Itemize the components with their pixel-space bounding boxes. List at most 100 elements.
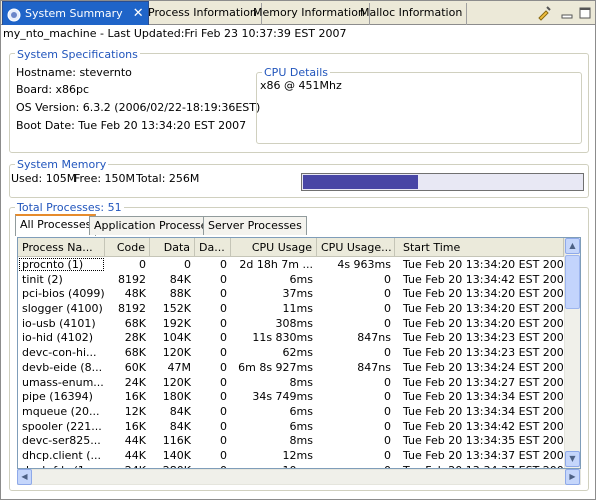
horizontal-scrollbar[interactable]: ◀ ▶ [17, 469, 581, 485]
process-table: Process Na... Code Data Da... CPU Usage … [17, 237, 581, 469]
cell-start-time: Tue Feb 20 13:34:27 EST 2007 [403, 375, 564, 389]
column-header-cpu-usage-2[interactable]: CPU Usage... [317, 238, 395, 257]
cell-cpu-usage: 308ms [275, 316, 313, 330]
cell-code: 24K [124, 375, 146, 389]
cell-cpu-usage: 11ms [282, 302, 313, 316]
cell-cpu-usage: 37ms [282, 287, 313, 301]
cell-da: 0 [220, 404, 227, 418]
cell-data: 84K [169, 272, 191, 286]
table-row[interactable]: io-usb (4101) 68K 192K 0 308ms 0 Tue Feb 20 13… [18, 316, 564, 331]
system-summary-window: System Summary ✕ Process Information Memo… [0, 0, 596, 500]
subtab-application-processes[interactable]: Application Processes [89, 216, 219, 235]
cell-process-name: io-usb (4101) [22, 316, 96, 330]
tab-memory-information[interactable]: Memory Information [249, 3, 370, 25]
cell-data: 140K [162, 448, 191, 462]
cell-da: 0 [220, 272, 227, 286]
cell-cpu-usage-2: 0 [384, 302, 391, 316]
table-row[interactable]: pci-bios (4099) 48K 88K 0 37ms 0 Tue Feb 20 13… [18, 286, 564, 301]
column-header-process-name[interactable]: Process Na... [18, 238, 105, 257]
cell-start-time: Tue Feb 20 13:34:37 EST 2007 [403, 448, 564, 462]
cell-code: 16K [124, 390, 146, 404]
table-row[interactable]: tinit (2) 8192 84K 0 6ms 0 Tue Feb 20 13:34:42… [18, 272, 564, 287]
boot-date-label: Boot Date: Tue Feb 20 13:34:20 EST 2007 [16, 119, 247, 132]
cell-process-name: mqueue (20... [22, 404, 100, 418]
tab-malloc-information[interactable]: Malloc Information [356, 3, 468, 25]
scroll-up-icon[interactable]: ▲ [565, 238, 580, 254]
cell-cpu-usage-2: 0 [384, 316, 391, 330]
cell-cpu-usage: 11s 830ms [252, 331, 313, 345]
cell-da: 0 [220, 375, 227, 389]
cell-code: 8192 [118, 272, 146, 286]
cell-code: 68K [124, 346, 146, 360]
close-icon[interactable]: ✕ [133, 2, 144, 26]
cell-start-time: Tue Feb 20 13:34:20 EST 2007 [403, 302, 564, 316]
cell-start-time: Tue Feb 20 13:34:34 EST 2007 [403, 404, 564, 418]
memory-usage-bar [301, 173, 584, 191]
cell-da: 0 [220, 419, 227, 433]
table-row[interactable]: umass-enum... 24K 120K 0 8ms 0 Tue Feb 20 13:3… [18, 375, 564, 390]
cell-start-time: Tue Feb 20 13:34:42 EST 2007 [403, 419, 564, 433]
cell-code: 0 [139, 258, 146, 271]
cell-cpu-usage-2: 0 [384, 434, 391, 448]
cell-code: 68K [124, 316, 146, 330]
cell-cpu-usage-2: 0 [384, 287, 391, 301]
os-version-label: OS Version: 6.3.2 (2006/02/22-18:19:36ES… [16, 101, 261, 114]
cell-start-time: Tue Feb 20 13:34:20 EST 2007 [403, 316, 564, 330]
cell-cpu-usage: 6ms [289, 272, 313, 286]
cell-process-name: tinit (2) [22, 272, 63, 286]
cell-da: 0 [220, 360, 227, 374]
table-row[interactable]: dhcp.client (... 44K 140K 0 12ms 0 Tue Feb 20 … [18, 448, 564, 463]
cell-cpu-usage-2: 0 [384, 390, 391, 404]
cell-start-time: Tue Feb 20 13:34:23 EST 2007 [403, 346, 564, 360]
table-row[interactable]: spooler (221... 16K 84K 0 6ms 0 Tue Feb 20 13:… [18, 419, 564, 434]
cell-data: 0 [184, 258, 191, 271]
cell-cpu-usage-2: 4s 963ms [337, 258, 391, 271]
process-table-body: procnto (1) 0 0 0 2d 18h 7m ... 4s 963ms Tue F… [18, 257, 564, 468]
cell-code: 28K [124, 331, 146, 345]
subtab-all-processes[interactable]: All Processes [15, 214, 97, 236]
subtab-server-processes[interactable]: Server Processes [203, 216, 307, 235]
table-row[interactable]: io-hid (4102) 28K 104K 0 11s 830ms 847ns Tue F… [18, 330, 564, 345]
table-row[interactable]: slogger (4100) 8192 152K 0 11ms 0 Tue Feb 20 1… [18, 301, 564, 316]
table-row[interactable]: procnto (1) 0 0 0 2d 18h 7m ... 4s 963ms Tue F… [18, 257, 564, 272]
cell-da: 0 [220, 434, 227, 448]
scroll-right-icon[interactable]: ▶ [565, 469, 580, 485]
column-header-start-time[interactable]: Start Time [395, 238, 564, 257]
table-row[interactable]: devb-eide (8... 60K 47M 0 6m 8s 927ms 847ns Tu… [18, 360, 564, 375]
process-table-header: Process Na... Code Data Da... CPU Usage … [18, 238, 564, 257]
cpu-label: x86 @ 451Mhz [260, 79, 342, 92]
tab-process-information[interactable]: Process Information [144, 3, 262, 25]
cell-process-name: slogger (4100) [22, 302, 103, 316]
memory-used-label: Used: 105M [11, 172, 77, 185]
column-header-da[interactable]: Da... [195, 238, 231, 257]
cell-start-time: Tue Feb 20 13:34:34 EST 2007 [403, 390, 564, 404]
minimize-icon[interactable] [559, 5, 575, 21]
table-row[interactable]: devc-con-hi... 68K 120K 0 62ms 0 Tue Feb 20 13… [18, 345, 564, 360]
column-header-code[interactable]: Code [105, 238, 150, 257]
column-header-data[interactable]: Data [150, 238, 195, 257]
vertical-scrollbar[interactable]: ▲ ▼ [564, 238, 580, 468]
scroll-left-icon[interactable]: ◀ [17, 469, 32, 485]
cell-da: 0 [220, 346, 227, 360]
tab-system-summary[interactable]: System Summary ✕ [2, 1, 149, 25]
cell-cpu-usage: 34s 749ms [252, 390, 313, 404]
cell-cpu-usage-2: 0 [384, 375, 391, 389]
table-row[interactable]: pipe (16394) 16K 180K 0 34s 749ms 0 Tue Feb 20… [18, 389, 564, 404]
scrollbar-thumb[interactable] [565, 255, 580, 309]
cell-start-time: Tue Feb 20 13:34:20 EST 2007 [403, 258, 564, 271]
tab-label: Memory Information [253, 6, 365, 19]
cpu-details-title: CPU Details [262, 66, 330, 79]
pin-icon[interactable] [536, 5, 552, 21]
cell-da: 0 [220, 287, 227, 301]
cell-code: 16K [124, 419, 146, 433]
cell-cpu-usage-2: 847ns [357, 331, 391, 345]
cell-start-time: Tue Feb 20 13:34:24 EST 2007 [403, 360, 564, 374]
maximize-icon[interactable] [577, 5, 593, 21]
cell-code: 48K [124, 287, 146, 301]
column-header-cpu-usage[interactable]: CPU Usage [231, 238, 317, 257]
subtab-label: All Processes [20, 218, 92, 231]
scroll-down-icon[interactable]: ▼ [565, 451, 580, 467]
table-row[interactable]: devc-ser825... 44K 116K 0 8ms 0 Tue Feb 20 13:… [18, 433, 564, 448]
table-row[interactable]: mqueue (20... 12K 84K 0 6ms 0 Tue Feb 20 13:34… [18, 404, 564, 419]
cell-da: 0 [220, 316, 227, 330]
